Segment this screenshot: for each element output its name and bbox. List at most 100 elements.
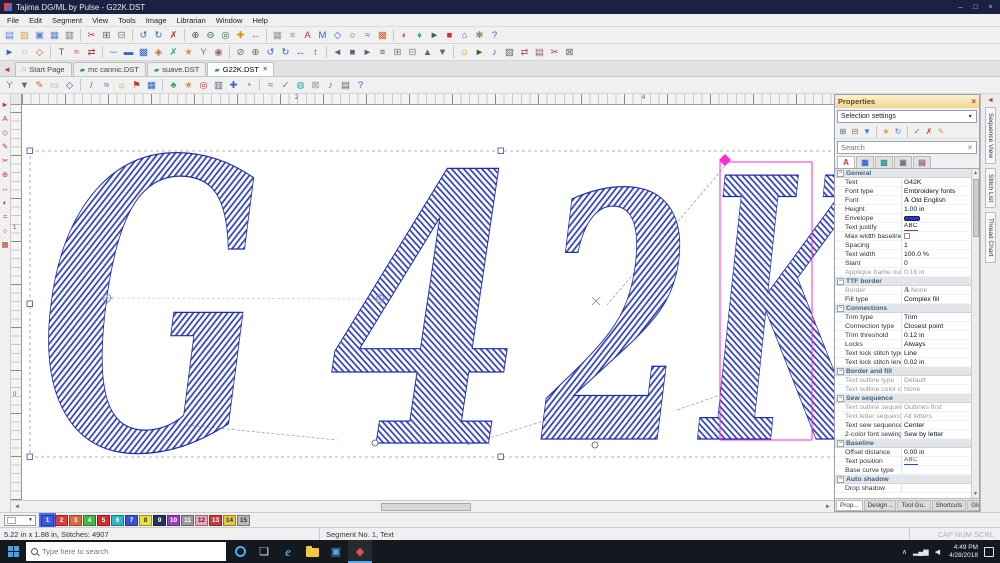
underlay-icon[interactable]: ▤ <box>533 45 547 59</box>
load-recipe-icon[interactable]: ▼ <box>861 126 873 138</box>
mirror-h-icon[interactable]: ↔ <box>294 45 308 59</box>
bring-front-icon[interactable]: ▲ <box>421 45 435 59</box>
satin-stitch-icon[interactable]: ▬ <box>122 45 136 59</box>
settings-icon[interactable]: ✱ <box>473 28 487 42</box>
complex-fill-icon[interactable]: ▩ <box>137 45 151 59</box>
ungroup-icon[interactable]: ⊟ <box>406 45 420 59</box>
auto-digitize-icon[interactable]: ◉ <box>212 45 226 59</box>
properties-scrollbar[interactable]: ▲ ▼ <box>971 169 979 498</box>
action-center-icon[interactable] <box>984 546 994 557</box>
auto-hide-pin-icon[interactable]: ◄ <box>987 97 994 104</box>
paste-icon[interactable]: ⊟ <box>115 28 129 42</box>
property-value-locks[interactable]: Always <box>901 340 971 348</box>
property-section-general[interactable]: − General <box>835 169 971 178</box>
save-all-icon[interactable]: ▦ <box>48 28 62 42</box>
zoom-out-icon[interactable]: ⊖ <box>204 28 218 42</box>
thread-color-13[interactable]: 13 <box>209 514 222 526</box>
color-tool-icon[interactable]: ◐ <box>0 195 11 209</box>
cross-stitch-icon[interactable]: ✗ <box>167 45 181 59</box>
edit-points-icon[interactable]: ◇ <box>33 45 47 59</box>
scrollbar-thumb[interactable] <box>381 502 472 511</box>
density-icon[interactable]: ▨ <box>503 45 517 59</box>
pointer-tool-icon[interactable]: ► <box>0 97 11 111</box>
property-value-trim-threshold[interactable]: 0.12 in <box>901 331 971 339</box>
applique-icon[interactable]: ◈ <box>152 45 166 59</box>
lock-icon[interactable]: ⊠ <box>309 78 323 92</box>
collapse-icon[interactable]: − <box>837 439 844 447</box>
weld-icon[interactable]: ⊕ <box>249 45 263 59</box>
run-stitch-icon[interactable]: ─ <box>107 45 121 59</box>
curve-tool-icon[interactable]: ≈ <box>361 28 375 42</box>
tab-suave-dst[interactable]: ▰ suave.DST <box>146 62 207 76</box>
favorites-icon[interactable]: ★ <box>880 126 892 138</box>
scrollbar-thumb[interactable] <box>972 179 979 237</box>
send-back-icon[interactable]: ▼ <box>436 45 450 59</box>
new-file-icon[interactable]: ▤ <box>3 28 17 42</box>
property-value-trim-type[interactable]: Trim <box>901 313 971 321</box>
property-value-text-outline-color-c[interactable]: None <box>901 385 971 393</box>
dock-panel-icon[interactable]: ◄ <box>3 65 11 74</box>
envelope-color-swatch[interactable] <box>904 215 920 221</box>
property-value-text-lock-stitch-leng[interactable]: 0.02 in <box>901 358 971 366</box>
network-icon[interactable]: ▂▄▆ <box>910 548 932 556</box>
side-tab-thread-chart[interactable]: Thread Chart <box>985 212 996 263</box>
property-value-drop-shadow[interactable] <box>901 484 971 492</box>
property-value-slant[interactable]: 0 <box>901 259 971 267</box>
thread-color-11[interactable]: 11 <box>181 514 194 526</box>
monogram-icon[interactable]: M <box>316 28 330 42</box>
redo-icon[interactable]: ↻ <box>152 28 166 42</box>
store-icon[interactable]: ▣ <box>324 540 348 563</box>
property-value-envelope[interactable] <box>901 214 971 222</box>
edge-icon[interactable]: e <box>276 540 300 563</box>
outline-category-tab[interactable]: ▦ <box>856 156 874 168</box>
align-center-icon[interactable]: ■ <box>346 45 360 59</box>
blue-grid-icon[interactable]: ▦ <box>145 78 159 92</box>
volume-icon[interactable]: ◀ <box>932 548 943 556</box>
checkbox[interactable] <box>904 233 910 239</box>
color-palette-icon[interactable]: ◐ <box>398 28 412 42</box>
print-icon[interactable]: ▥ <box>63 28 77 42</box>
letter-object-3[interactable]: 2 <box>538 120 693 500</box>
property-value-text-letter-sequence[interactable]: All letters <box>901 412 971 420</box>
text-vertical-icon[interactable]: T <box>55 45 69 59</box>
grid-tool-icon[interactable]: ▦ <box>0 237 11 251</box>
property-value-fill-type[interactable]: Complex fill <box>901 295 971 303</box>
rotate-left-icon[interactable]: ↺ <box>264 45 278 59</box>
fill-category-tab[interactable]: ▩ <box>875 156 893 168</box>
thread-color-4[interactable]: 4 <box>83 514 96 526</box>
star-icon[interactable]: ★ <box>182 78 196 92</box>
lock-stitch-icon[interactable]: ⊠ <box>563 45 577 59</box>
file-explorer-icon[interactable] <box>300 540 324 563</box>
simulate-icon[interactable]: ► <box>428 28 442 42</box>
reshape-icon[interactable]: ◇ <box>63 78 77 92</box>
panel-close-icon[interactable]: × <box>971 97 976 106</box>
property-value-text-justify[interactable]: ABC <box>901 223 971 231</box>
sun-icon[interactable]: ☼ <box>115 78 129 92</box>
property-value-font[interactable]: A Old English <box>901 196 971 204</box>
branch-tool-icon[interactable]: Y <box>3 78 17 92</box>
collapse-icon[interactable]: − <box>837 475 844 483</box>
tab-close-icon[interactable]: × <box>263 66 267 73</box>
horizontal-scrollbar[interactable]: ◄ ► <box>11 500 834 512</box>
letter-object-1[interactable]: G <box>39 105 265 500</box>
motif-stitch-icon[interactable]: ★ <box>182 45 196 59</box>
undo-icon[interactable]: ↺ <box>137 28 151 42</box>
group-icon[interactable]: ⊞ <box>391 45 405 59</box>
thread-color-6[interactable]: 6 <box>111 514 124 526</box>
menu-tools[interactable]: Tools <box>113 16 141 25</box>
layers-icon[interactable]: ▤ <box>339 78 353 92</box>
panel-tab-design[interactable]: Design .. <box>863 499 897 511</box>
trim-tool-icon[interactable]: ✂ <box>548 45 562 59</box>
magnet-icon[interactable]: ◔ <box>242 78 256 92</box>
properties-panel-header[interactable]: Properties × <box>835 95 979 108</box>
open-file-icon[interactable]: ▨ <box>18 28 32 42</box>
smiley-icon[interactable]: ☺ <box>458 45 472 59</box>
scroll-up-icon[interactable]: ▲ <box>973 169 978 177</box>
thread-color-9[interactable]: 9 <box>153 514 166 526</box>
design-canvas[interactable]: G 4 2 K <box>22 105 834 500</box>
property-section-ttf-border[interactable]: − TTF border <box>835 277 971 286</box>
text-path-icon[interactable]: ≈ <box>70 45 84 59</box>
stitch-player-icon[interactable]: ♪ <box>488 45 502 59</box>
letter-object-4[interactable]: K <box>695 105 834 500</box>
property-value-height[interactable]: 1.00 in <box>901 205 971 213</box>
